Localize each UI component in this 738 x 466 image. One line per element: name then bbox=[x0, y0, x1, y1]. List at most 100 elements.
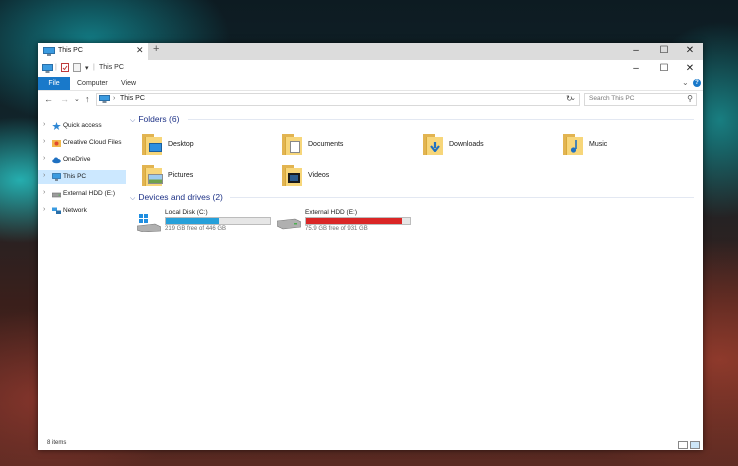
documents-folder-icon bbox=[282, 133, 302, 155]
forward-button[interactable]: → bbox=[60, 94, 69, 104]
drive-name: External HDD (E:) bbox=[305, 209, 358, 216]
drive-free-space: 219 GB free of 446 GB bbox=[165, 226, 227, 232]
drive-external-hdd-e[interactable]: External HDD (E:) 75.9 GB free of 931 GB bbox=[277, 209, 417, 235]
tab-view[interactable]: View bbox=[115, 77, 142, 90]
music-folder-icon bbox=[563, 133, 583, 155]
breadcrumb-this-pc[interactable]: This PC bbox=[120, 95, 145, 102]
expand-chevron-icon[interactable]: › bbox=[43, 121, 45, 128]
expand-chevron-icon[interactable]: › bbox=[43, 189, 45, 196]
windows-drive-icon bbox=[137, 214, 161, 232]
tab-this-pc[interactable]: This PC ✕ bbox=[38, 43, 148, 60]
drive-usage-fill bbox=[166, 218, 220, 224]
folder-pictures[interactable]: Pictures bbox=[142, 164, 272, 188]
computer-icon bbox=[99, 95, 110, 103]
sidebar-item-this-pc[interactable]: › This PC bbox=[38, 170, 126, 184]
sidebar-item-quick-access[interactable]: › Quick access bbox=[38, 119, 126, 133]
sidebar-item-onedrive[interactable]: › OneDrive bbox=[38, 153, 126, 167]
folder-desktop[interactable]: Desktop bbox=[142, 133, 272, 157]
folder-videos[interactable]: Videos bbox=[282, 164, 412, 188]
search-icon[interactable]: ⚲ bbox=[687, 94, 693, 103]
quick-access-dropdown-icon[interactable]: ▾ bbox=[85, 64, 89, 72]
videos-folder-icon bbox=[282, 164, 302, 186]
folder-documents[interactable]: Documents bbox=[282, 133, 412, 157]
tab-computer[interactable]: Computer bbox=[71, 77, 114, 90]
search-input[interactable]: Search This PC ⚲ bbox=[584, 93, 697, 106]
breadcrumb-chevron-icon: › bbox=[113, 95, 116, 102]
details-view-icon[interactable] bbox=[678, 441, 688, 449]
file-explorer-window: This PC ✕ + – ☐ ✕ | ▾ | This PC – ☐ ✕ Fi… bbox=[38, 43, 703, 450]
hard-drive-icon bbox=[277, 218, 301, 230]
folder-label: Pictures bbox=[168, 172, 194, 179]
tab-title: This PC bbox=[58, 47, 83, 54]
folder-label: Desktop bbox=[168, 141, 194, 148]
drives-section-header[interactable]: ⌵ Devices and drives (2) bbox=[130, 192, 695, 203]
collapse-chevron-icon[interactable]: ⌵ bbox=[130, 117, 135, 124]
drive-icon bbox=[52, 192, 61, 198]
computer-icon bbox=[43, 47, 55, 56]
separator: | bbox=[93, 64, 95, 71]
address-row: ← → ⌄ ↑ › This PC ⌄ ↻ Search This PC ⚲ bbox=[38, 91, 703, 108]
tab-bar: This PC ✕ + – ☐ ✕ bbox=[38, 43, 703, 60]
pictures-folder-icon bbox=[142, 164, 163, 186]
folder-music[interactable]: Music bbox=[563, 133, 693, 157]
sidebar-item-network[interactable]: › Network bbox=[38, 204, 126, 218]
section-title: Folders (6) bbox=[138, 114, 180, 124]
navigation-pane: › Quick access › Creative Cloud Files › … bbox=[38, 109, 126, 444]
star-pin-icon bbox=[52, 122, 61, 130]
close-window-button[interactable]: ✕ bbox=[683, 45, 697, 56]
expand-chevron-icon[interactable]: › bbox=[43, 206, 45, 213]
folder-label: Music bbox=[589, 141, 608, 148]
drive-usage-fill bbox=[306, 218, 402, 224]
downloads-folder-icon bbox=[423, 133, 443, 155]
expand-chevron-icon[interactable]: › bbox=[43, 138, 45, 145]
up-button[interactable]: ↑ bbox=[85, 94, 90, 104]
folder-label: Downloads bbox=[449, 141, 484, 148]
folder-label: Documents bbox=[308, 141, 344, 148]
maximize-button[interactable]: ☐ bbox=[657, 45, 671, 56]
status-bar: 8 items bbox=[38, 439, 703, 450]
refresh-icon[interactable]: ↻ bbox=[566, 94, 573, 103]
folders-section-header[interactable]: ⌵ Folders (6) bbox=[130, 114, 695, 125]
computer-icon bbox=[42, 64, 53, 73]
search-placeholder: Search This PC bbox=[589, 95, 635, 102]
collapse-chevron-icon[interactable]: ⌵ bbox=[130, 195, 135, 202]
close-tab-icon[interactable]: ✕ bbox=[136, 45, 144, 56]
expand-ribbon-icon[interactable]: ⌄ bbox=[682, 78, 689, 87]
tab-file[interactable]: File bbox=[38, 77, 70, 90]
new-tab-button[interactable]: + bbox=[153, 43, 159, 55]
creative-cloud-icon bbox=[52, 140, 61, 147]
maximize-button[interactable]: ☐ bbox=[657, 63, 671, 74]
computer-icon bbox=[52, 173, 61, 181]
item-count: 8 items bbox=[47, 440, 67, 446]
separator: | bbox=[55, 64, 57, 71]
section-divider bbox=[188, 119, 694, 120]
sidebar-item-label: Creative Cloud Files bbox=[63, 139, 122, 146]
back-button[interactable]: ← bbox=[44, 94, 53, 104]
minimize-button[interactable]: – bbox=[629, 63, 643, 74]
folder-label: Videos bbox=[308, 172, 330, 179]
drive-usage-bar bbox=[165, 217, 271, 225]
large-icons-view-icon[interactable] bbox=[690, 441, 700, 449]
sidebar-item-label: Network bbox=[63, 207, 87, 214]
content-pane: ⌵ Folders (6) Desktop Documents Downloads bbox=[126, 109, 703, 439]
ribbon-tabs: File Computer View ⌄ ? bbox=[38, 77, 703, 91]
expand-chevron-icon[interactable]: › bbox=[43, 155, 45, 162]
address-bar[interactable]: › This PC ⌄ bbox=[96, 93, 580, 106]
new-folder-icon[interactable] bbox=[73, 63, 81, 72]
expand-chevron-icon[interactable]: › bbox=[43, 172, 45, 179]
sidebar-item-external-hdd[interactable]: › External HDD (E:) bbox=[38, 187, 126, 201]
properties-icon[interactable] bbox=[61, 63, 69, 72]
drive-local-disk-c[interactable]: Local Disk (C:) 219 GB free of 446 GB bbox=[137, 209, 277, 235]
sidebar-item-creative-cloud-files[interactable]: › Creative Cloud Files bbox=[38, 136, 126, 150]
minimize-button[interactable]: – bbox=[629, 45, 643, 56]
sidebar-item-label: This PC bbox=[63, 173, 87, 180]
section-title: Devices and drives (2) bbox=[138, 192, 223, 202]
folder-downloads[interactable]: Downloads bbox=[423, 133, 553, 157]
drive-free-space: 75.9 GB free of 931 GB bbox=[305, 226, 368, 232]
sidebar-item-label: External HDD (E:) bbox=[63, 190, 116, 197]
drive-name: Local Disk (C:) bbox=[165, 209, 208, 216]
sidebar-item-label: OneDrive bbox=[63, 156, 91, 163]
recent-locations-dropdown-icon[interactable]: ⌄ bbox=[74, 95, 80, 103]
close-window-button[interactable]: ✕ bbox=[683, 63, 697, 74]
help-icon[interactable]: ? bbox=[693, 79, 701, 87]
